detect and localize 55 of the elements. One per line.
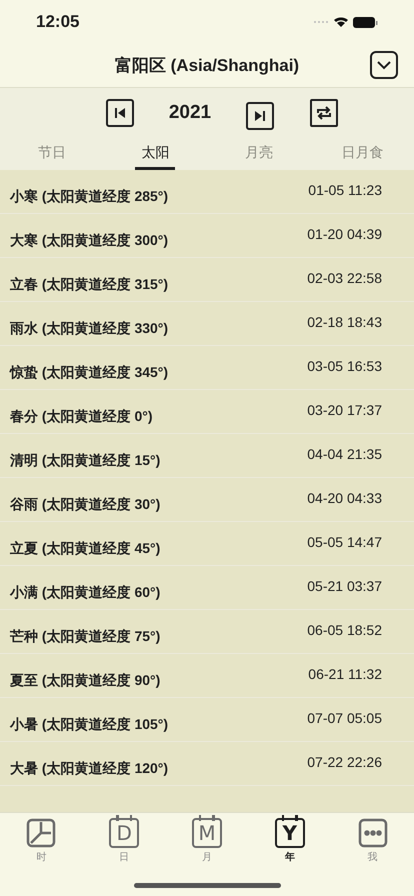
tab-bar-item[interactable]: M 月: [166, 813, 248, 865]
skip-back-icon: [114, 107, 126, 119]
solar-term-name: 谷雨 (太阳黄道经度 30°): [10, 495, 160, 514]
solar-term-name: 大寒 (太阳黄道经度 300°): [10, 231, 168, 250]
tab-bar-item[interactable]: Y 年: [248, 813, 332, 865]
swap-icon: [316, 106, 332, 120]
solar-term-time: 03-05 16:53: [307, 357, 382, 376]
calendar-icon: Y: [274, 818, 305, 848]
solar-term-time: 06-21 11:32: [308, 665, 382, 684]
solar-term-name: 小暑 (太阳黄道经度 105°): [10, 715, 168, 734]
solar-term-time: 07-07 05:05: [307, 709, 382, 728]
tab-bar-item[interactable]: 时: [0, 813, 83, 865]
tab-bar-item[interactable]: D 日: [82, 813, 166, 865]
solar-term-time: 07-22 22:26: [307, 753, 382, 772]
skip-forward-icon: [254, 110, 266, 122]
solar-term-time: 01-05 11:23: [308, 181, 382, 200]
dropdown-button[interactable]: [370, 51, 398, 79]
tab-bar-item[interactable]: 我: [331, 813, 414, 865]
solar-term-name: 立夏 (太阳黄道经度 45°): [10, 539, 160, 558]
status-time: 12:05: [36, 11, 80, 34]
solar-term-time: 02-03 22:58: [307, 269, 382, 288]
solar-term-time: 05-21 03:37: [307, 577, 382, 596]
solar-term-name: 惊蛰 (太阳黄道经度 345°): [10, 363, 168, 382]
solar-term-time: 06-05 18:52: [307, 621, 382, 640]
solar-term-name: 雨水 (太阳黄道经度 330°): [10, 319, 168, 338]
more-icon: [358, 818, 388, 848]
solar-term-time: 04-04 21:35: [307, 445, 382, 464]
solar-term-name: 小寒 (太阳黄道经度 285°): [10, 187, 168, 206]
solar-term-name: 清明 (太阳黄道经度 15°): [10, 451, 160, 470]
chevron-down-icon: [377, 60, 391, 70]
year-label: 2021: [168, 100, 212, 125]
solar-term-time: 02-18 18:43: [307, 313, 382, 332]
solar-term-name: 大暑 (太阳黄道经度 120°): [10, 759, 168, 778]
solar-term-time: 03-20 17:37: [307, 401, 382, 420]
solar-term-time: 04-20 04:33: [307, 489, 382, 508]
signal-icon: [313, 20, 329, 24]
calendar-icon: D: [109, 818, 140, 848]
wifi-icon: [333, 16, 349, 28]
location-title: 富阳区 (Asia/Shanghai): [114, 54, 300, 77]
solar-term-name: 春分 (太阳黄道经度 0°): [10, 407, 152, 426]
segment-tab[interactable]: 节日: [32, 138, 72, 170]
solar-term-time: 05-05 14:47: [307, 533, 382, 552]
battery-icon: [353, 16, 378, 28]
solar-term-name: 芒种 (太阳黄道经度 75°): [10, 627, 160, 646]
solar-term-time: 01-20 04:39: [307, 225, 382, 244]
solar-term-name: 夏至 (太阳黄道经度 90°): [10, 671, 160, 690]
segment-tab[interactable]: 月亮: [238, 138, 279, 170]
solar-term-name: 小满 (太阳黄道经度 60°): [10, 583, 160, 602]
clock-icon: [26, 818, 56, 848]
next-year-button[interactable]: [246, 102, 274, 130]
calendar-icon: M: [192, 818, 222, 848]
solar-term-name: 立春 (太阳黄道经度 315°): [10, 275, 168, 294]
segment-tab[interactable]: 日月食: [335, 138, 390, 170]
previous-year-button[interactable]: [106, 99, 134, 127]
swap-button[interactable]: [310, 99, 338, 127]
